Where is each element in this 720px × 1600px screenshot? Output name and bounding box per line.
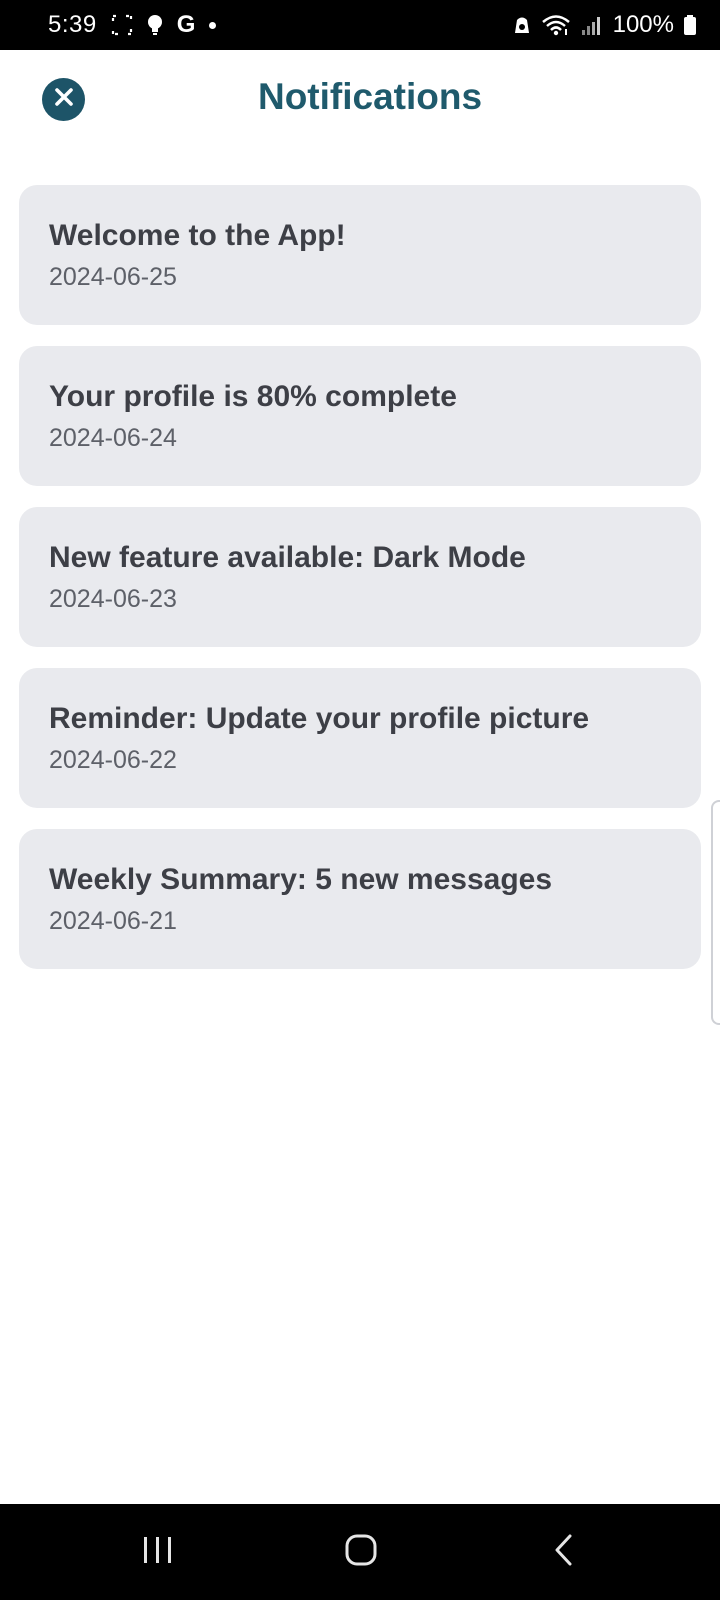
notification-title: Your profile is 80% complete xyxy=(49,380,457,413)
status-left: 5:39 G xyxy=(48,11,217,39)
bulb-icon xyxy=(147,14,163,36)
google-icon: G xyxy=(176,11,196,38)
wifi-icon xyxy=(541,14,571,36)
notification-date: 2024-06-23 xyxy=(49,585,177,613)
notification-title: Reminder: Update your profile picture xyxy=(49,702,590,735)
home-icon xyxy=(344,1533,378,1572)
status-bar: 5:39 G 100% xyxy=(0,0,720,50)
dot-icon xyxy=(209,21,217,29)
notification-date: 2024-06-25 xyxy=(49,263,177,291)
battery-percentage: 100% xyxy=(612,11,674,38)
notification-list: Welcome to the App! 2024-06-25 Your prof… xyxy=(19,185,701,990)
signal-icon xyxy=(581,14,603,36)
home-button[interactable] xyxy=(321,1524,401,1580)
edge-panel-handle[interactable] xyxy=(711,800,720,1025)
back-button[interactable] xyxy=(524,1524,604,1580)
alarm-lock-icon xyxy=(513,14,531,36)
notification-date: 2024-06-22 xyxy=(49,746,177,774)
recent-apps-icon xyxy=(141,1535,175,1570)
notification-date: 2024-06-21 xyxy=(49,907,177,935)
page-title: Notifications xyxy=(257,76,483,117)
system-nav-bar xyxy=(0,1504,720,1600)
header: Notifications xyxy=(0,50,720,150)
back-icon xyxy=(552,1533,576,1572)
notification-card[interactable]: Welcome to the App! 2024-06-25 xyxy=(19,185,701,325)
notification-card[interactable]: Weekly Summary: 5 new messages 2024-06-2… xyxy=(19,829,701,969)
status-time: 5:39 xyxy=(48,11,97,38)
status-right: 100% xyxy=(513,11,696,39)
battery-icon xyxy=(684,14,696,36)
notification-card[interactable]: New feature available: Dark Mode 2024-06… xyxy=(19,507,701,647)
notification-card[interactable]: Your profile is 80% complete 2024-06-24 xyxy=(19,346,701,486)
notification-date: 2024-06-24 xyxy=(49,424,177,452)
notification-title: New feature available: Dark Mode xyxy=(49,541,526,574)
notification-card[interactable]: Reminder: Update your profile picture 20… xyxy=(19,668,701,808)
screenshot-frame-icon xyxy=(111,14,133,36)
notification-title: Welcome to the App! xyxy=(49,219,346,252)
notification-title: Weekly Summary: 5 new messages xyxy=(49,863,553,896)
recent-apps-button[interactable] xyxy=(118,1524,198,1580)
